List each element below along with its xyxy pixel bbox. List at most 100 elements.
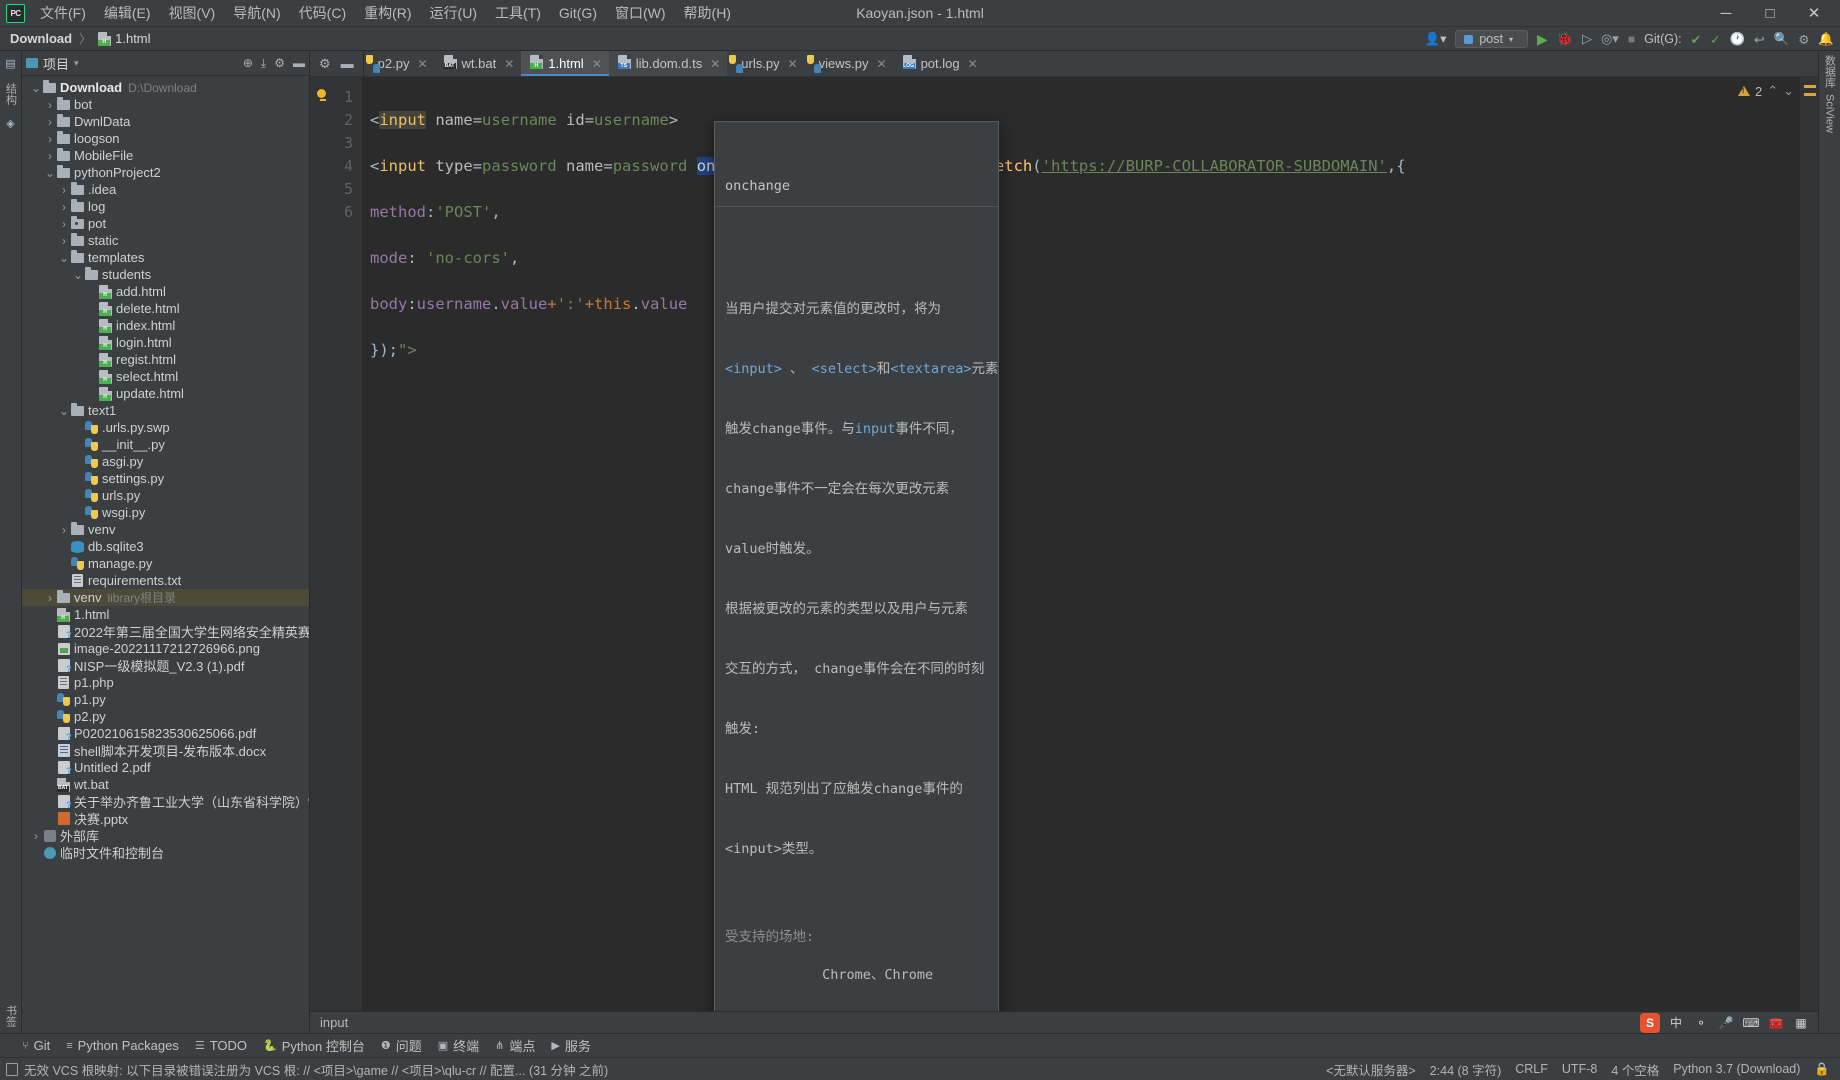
tree-node[interactable]: ›venvlibrary根目录	[22, 589, 309, 606]
tree-expand-arrow[interactable]: ›	[58, 523, 70, 537]
bottom-tool-window-bar[interactable]: ⑂Git≡Python Packages☰TODO🐍Python 控制台❶问题▣…	[0, 1033, 1840, 1057]
menu-run[interactable]: 运行(U)	[421, 0, 486, 27]
tree-node[interactable]: ›pot	[22, 215, 309, 232]
tree-node[interactable]: 关于举办齐鲁工业大学（山东省科学院）“新时代爱国	[22, 793, 309, 810]
editor-tab[interactable]: BATwt.bat✕	[435, 51, 522, 76]
minimize-button[interactable]: ─	[1704, 0, 1748, 26]
tree-node[interactable]: ›.idea	[22, 181, 309, 198]
bottom-bar-terminal[interactable]: ▣终端	[438, 1036, 479, 1055]
tree-node[interactable]: Hregist.html	[22, 351, 309, 368]
tree-node[interactable]: Hselect.html	[22, 368, 309, 385]
tree-node[interactable]: manage.py	[22, 555, 309, 572]
menu-file[interactable]: 文件(F)	[31, 0, 95, 27]
bottom-bar-git[interactable]: ⑂Git	[22, 1038, 50, 1053]
hide-panel-icon[interactable]: ▬	[293, 56, 305, 70]
tree-expand-arrow[interactable]: ›	[30, 829, 42, 843]
git-history-icon[interactable]: 🕐	[1730, 32, 1746, 47]
menu-refactor[interactable]: 重构(R)	[355, 0, 420, 27]
menu-help[interactable]: 帮助(H)	[675, 0, 740, 27]
menu-view[interactable]: 视图(V)	[160, 0, 225, 27]
tree-expand-arrow[interactable]: ›	[44, 115, 56, 129]
close-icon[interactable]: ✕	[504, 57, 514, 71]
bottom-bar-todo[interactable]: ☰TODO	[195, 1038, 247, 1053]
tree-node[interactable]: 决赛.pptx	[22, 810, 309, 827]
tree-expand-arrow[interactable]: ⌄	[72, 271, 84, 279]
maximize-button[interactable]: □	[1748, 0, 1792, 26]
intention-bulb-icon[interactable]	[317, 89, 328, 102]
git-update-icon[interactable]: ✔	[1691, 32, 1701, 47]
bottom-bar-problems[interactable]: ❶问题	[381, 1036, 422, 1055]
ime-punctuation-icon[interactable]: ⚬	[1692, 1014, 1710, 1032]
close-icon[interactable]: ✕	[968, 57, 978, 71]
ime-mode-icon[interactable]: 中	[1667, 1014, 1685, 1032]
warning-marker[interactable]	[1804, 85, 1816, 88]
sogou-logo-icon[interactable]: S	[1640, 1013, 1660, 1033]
tree-node[interactable]: urls.py	[22, 487, 309, 504]
menu-navigate[interactable]: 导航(N)	[224, 0, 289, 27]
element-breadcrumb[interactable]: input	[320, 1015, 348, 1030]
project-panel-title[interactable]: 项目 ▾	[26, 54, 79, 73]
tree-expand-arrow[interactable]: ›	[58, 217, 70, 231]
status-server[interactable]: <无默认服务器>	[1326, 1060, 1416, 1079]
tree-expand-arrow[interactable]: ›	[58, 183, 70, 197]
tree-node[interactable]: ⌄students	[22, 266, 309, 283]
notifications-icon[interactable]: 🔔	[1818, 32, 1834, 47]
tree-node[interactable]: P020210615823530625066.pdf	[22, 725, 309, 742]
run-configuration-selector[interactable]: post ▾	[1455, 30, 1528, 48]
bottom-bar-python[interactable]: 🐍Python 控制台	[263, 1036, 365, 1055]
close-icon[interactable]: ✕	[877, 57, 887, 71]
tree-node[interactable]: image-20221117212726966.png	[22, 640, 309, 657]
tree-expand-arrow[interactable]: ›	[58, 200, 70, 214]
tree-node[interactable]: ›log	[22, 198, 309, 215]
tree-node[interactable]: H1.html	[22, 606, 309, 623]
status-line-separator[interactable]: CRLF	[1515, 1062, 1548, 1076]
editor-tab[interactable]: p2.py✕	[364, 51, 435, 76]
tree-node[interactable]: shell脚本开发项目-发布版本.docx	[22, 742, 309, 759]
coverage-button[interactable]: ▷	[1582, 31, 1592, 47]
settings-icon[interactable]: ⚙	[274, 56, 285, 70]
status-interpreter[interactable]: Python 3.7 (Download)	[1673, 1062, 1800, 1076]
bookmarks-tool-label[interactable]: 书签	[3, 1005, 19, 1027]
tree-node[interactable]: .urls.py.swp	[22, 419, 309, 436]
structure-tool-label[interactable]: 结构	[3, 83, 19, 105]
close-icon[interactable]: ✕	[788, 57, 798, 71]
breadcrumb-root[interactable]: Download	[6, 30, 76, 47]
profile-button[interactable]: ◎▾	[1601, 31, 1619, 47]
menu-window[interactable]: 窗口(W)	[606, 0, 675, 27]
undo-icon[interactable]: ↩	[1754, 32, 1764, 47]
bottom-bar-endpoints[interactable]: ⋔端点	[495, 1036, 535, 1055]
editor-tab[interactable]: LOGpot.log✕	[894, 51, 985, 76]
stop-button[interactable]: ■	[1628, 32, 1635, 46]
tree-expand-arrow[interactable]: ⌄	[58, 407, 70, 415]
tree-node[interactable]: ›venv	[22, 521, 309, 538]
tree-expand-arrow[interactable]: ⌄	[44, 169, 56, 177]
tree-node[interactable]: p1.py	[22, 691, 309, 708]
tree-node[interactable]: ⌄templates	[22, 249, 309, 266]
tree-node[interactable]: __init__.py	[22, 436, 309, 453]
commit-tool-icon[interactable]: ◈	[3, 115, 19, 131]
tree-node[interactable]: Untitled 2.pdf	[22, 759, 309, 776]
bottom-bar-services[interactable]: ▶服务	[551, 1036, 590, 1055]
status-message-group[interactable]: 无效 VCS 根映射: 以下目录被错误注册为 VCS 根: // <项目>\ga…	[6, 1060, 608, 1079]
tree-node[interactable]: db.sqlite3	[22, 538, 309, 555]
project-tool-icon[interactable]: ▤	[3, 55, 19, 71]
tree-node[interactable]: 2022年第三届全国大学生网络安全精英赛的通知(1).p	[22, 623, 309, 640]
editor-tab[interactable]: urls.py✕	[727, 51, 804, 76]
tree-node[interactable]: ›loogson	[22, 130, 309, 147]
breadcrumb-file[interactable]: H 1.html	[94, 30, 154, 47]
tree-node[interactable]: Hindex.html	[22, 317, 309, 334]
editor-tab[interactable]: views.py✕	[805, 51, 894, 76]
microphone-icon[interactable]: 🎤	[1717, 1014, 1735, 1032]
tree-node[interactable]: p2.py	[22, 708, 309, 725]
gear-icon[interactable]: ⚙	[1798, 32, 1809, 47]
tree-node[interactable]: ⌄DownloadD:\Download	[22, 79, 309, 96]
debug-button[interactable]: 🐞	[1557, 31, 1573, 47]
chevron-down-icon[interactable]: ⌄	[1783, 83, 1794, 99]
tree-expand-arrow[interactable]: ›	[44, 132, 56, 146]
menu-code[interactable]: 代码(C)	[290, 0, 355, 27]
menu-git[interactable]: Git(G)	[550, 1, 606, 25]
tree-expand-arrow[interactable]: ⌄	[30, 84, 42, 92]
tree-node[interactable]: 临时文件和控制台	[22, 844, 309, 861]
tree-node[interactable]: BATwt.bat	[22, 776, 309, 793]
toolbox-icon[interactable]: 🧰	[1767, 1014, 1785, 1032]
